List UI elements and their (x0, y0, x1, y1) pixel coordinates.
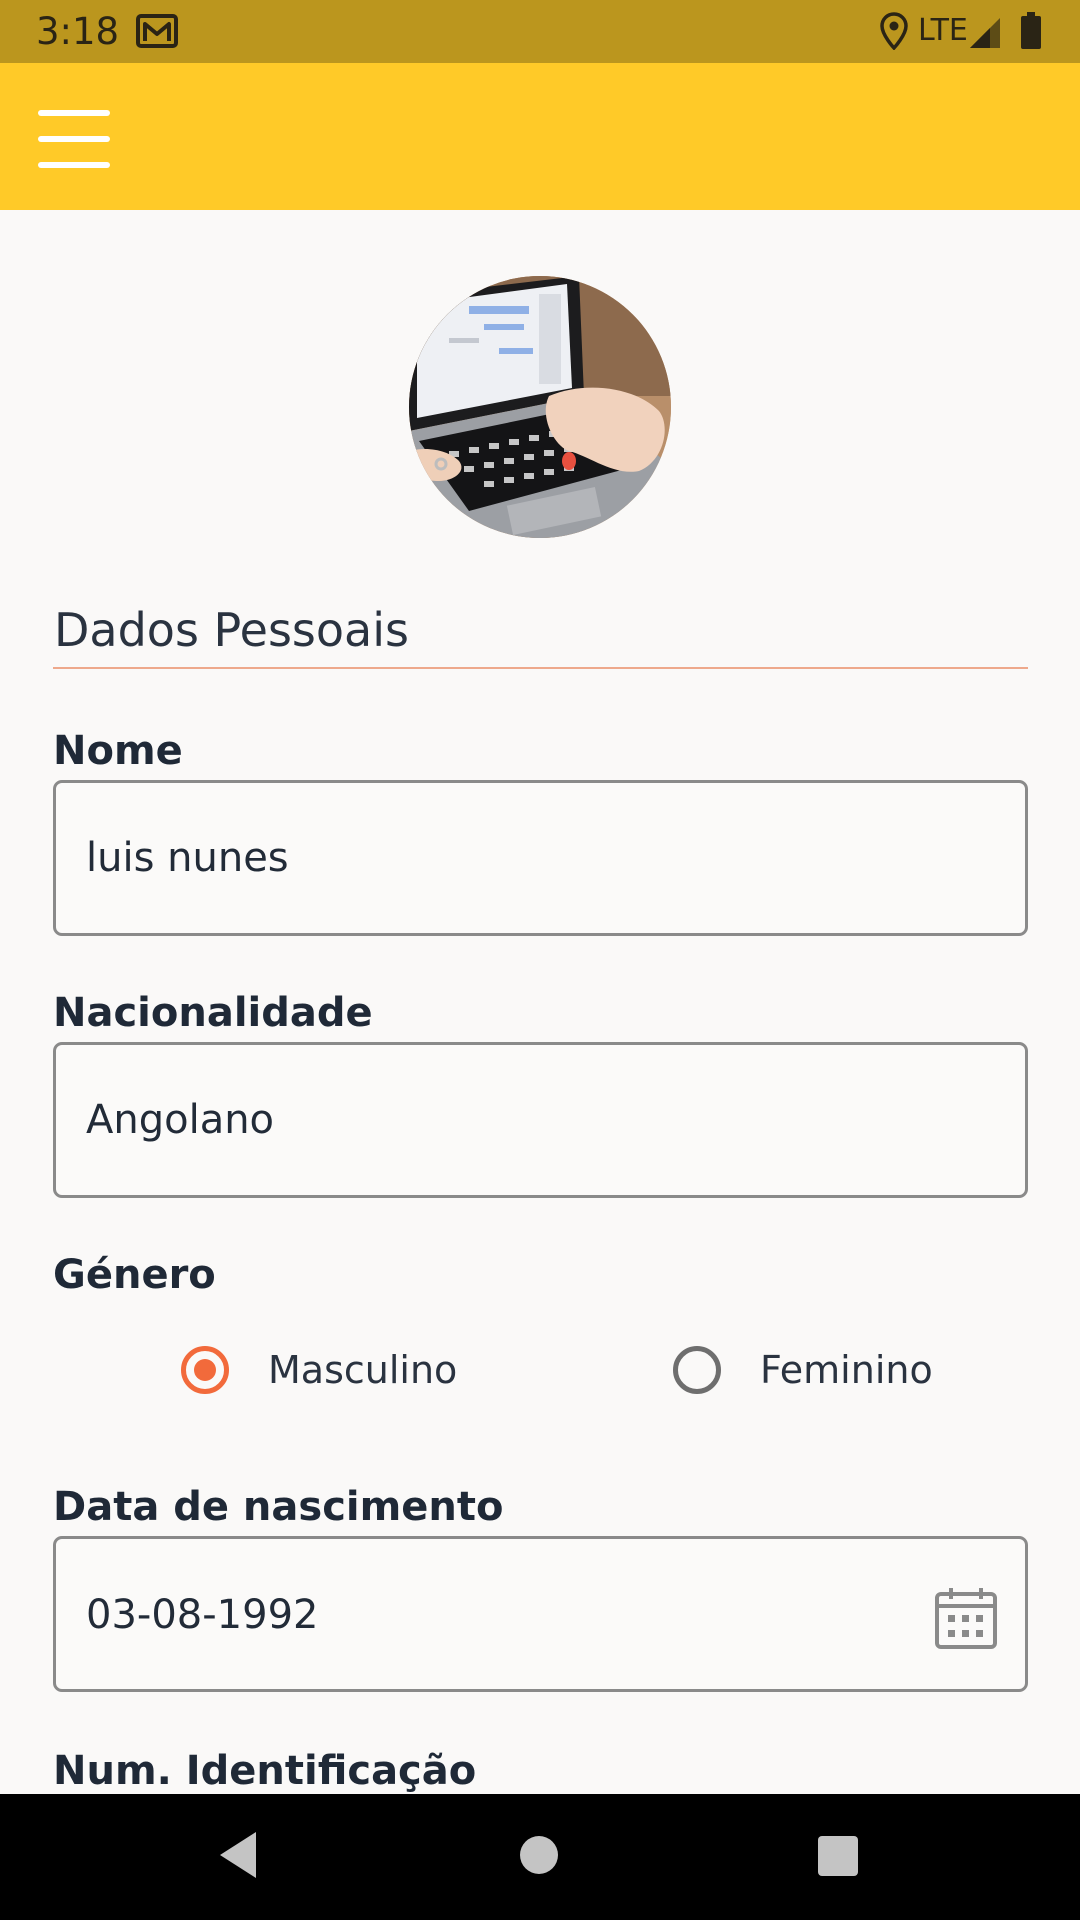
location-icon (880, 12, 908, 50)
status-bar: 3:18 LTE (0, 0, 1080, 63)
data-nascimento-label: Data de nascimento (53, 1484, 504, 1530)
nome-input[interactable] (53, 780, 1028, 936)
profile-screen: 3:18 LTE Dados Pessoais Nome luis nunes … (0, 0, 1080, 1920)
network-type: LTE (918, 13, 968, 48)
nacionalidade-label: Nacionalidade (53, 990, 373, 1036)
radio-label-masculino: Masculino (268, 1348, 458, 1392)
data-nascimento-field[interactable]: 03-08-1992 (53, 1536, 1028, 1692)
nome-label: Nome (53, 728, 183, 774)
back-icon[interactable] (216, 1830, 260, 1880)
gmail-icon (136, 14, 178, 48)
home-icon[interactable] (520, 1836, 558, 1874)
menu-icon[interactable] (38, 110, 110, 168)
nacionalidade-input[interactable] (53, 1042, 1028, 1198)
app-bar (0, 63, 1080, 210)
recents-icon[interactable] (818, 1836, 858, 1876)
data-nascimento-value: 03-08-1992 (86, 1592, 319, 1638)
section-divider (53, 667, 1028, 669)
radio-masculino-selected-icon[interactable] (181, 1346, 229, 1394)
avatar-laptop-photo (409, 276, 671, 538)
genero-label: Género (53, 1252, 216, 1298)
radio-feminino-unselected-icon[interactable] (673, 1346, 721, 1394)
num-identificacao-label: Num. Identificação (53, 1748, 477, 1794)
status-time: 3:18 (36, 10, 120, 53)
battery-icon (1021, 12, 1041, 49)
signal-icon (970, 18, 1000, 48)
menu-bar-bottom (38, 162, 110, 168)
menu-bar-top (38, 110, 110, 116)
radio-label-feminino: Feminino (760, 1348, 933, 1392)
radio-option-masculino[interactable]: Masculino (181, 1340, 481, 1400)
avatar[interactable] (409, 276, 671, 538)
calendar-icon[interactable] (934, 1586, 998, 1650)
navigation-bar (0, 1794, 1080, 1920)
radio-option-feminino[interactable]: Feminino (673, 1340, 973, 1400)
section-title: Dados Pessoais (54, 603, 409, 657)
menu-bar-middle (38, 136, 110, 142)
